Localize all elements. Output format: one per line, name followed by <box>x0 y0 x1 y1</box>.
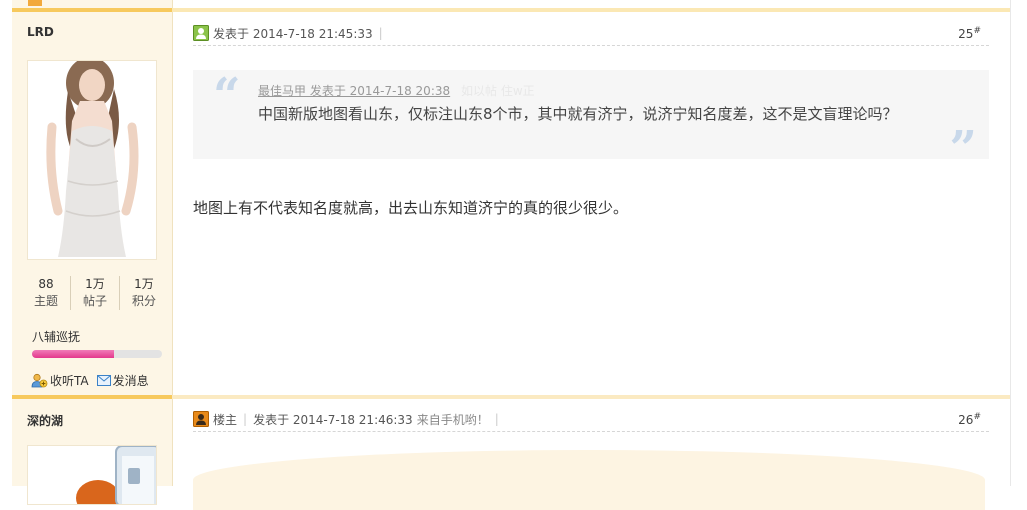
quote-watermark: 如以帖 住w正 <box>461 84 535 98</box>
author-top-border <box>12 8 172 12</box>
stat-label: 积分 <box>131 294 156 308</box>
envelope-icon <box>96 375 111 386</box>
post-border <box>1010 0 1011 486</box>
online-user-icon <box>193 25 209 41</box>
rank-progress-fill <box>32 350 114 358</box>
stat-value: 1万 <box>85 277 105 291</box>
user-rank: 八辅巡抚 <box>32 330 81 344</box>
quote-text: 中国新版地图看山东，仅标注山东8个市，其中就有济宁，说济宁知名度差，这不是文盲理… <box>258 105 898 123</box>
mobile-post-banner <box>193 450 985 510</box>
floor-mark: # <box>973 25 981 36</box>
stat-value: 1万 <box>134 277 154 291</box>
quote-block: “ 最佳马甲 发表于 2014-7-18 20:38 如以帖 住w正 中国新版地… <box>193 68 989 177</box>
prev-post-stub <box>28 0 42 6</box>
follow-icon <box>31 373 48 388</box>
floor-number[interactable]: 25# <box>958 26 989 41</box>
divider: | <box>243 412 248 426</box>
follow-button[interactable]: 收听TA <box>31 372 89 389</box>
floor-number[interactable]: 26# <box>958 412 989 427</box>
floor-value: 25 <box>958 26 974 41</box>
avatar[interactable] <box>27 445 157 505</box>
quote-source-link[interactable]: 最佳马甲 发表于 2014-7-18 20:38 <box>258 82 450 99</box>
close-quote-icon: ” <box>949 121 977 177</box>
stat-points[interactable]: 1万 积分 <box>119 276 168 310</box>
post-time: 发表于 2014-7-18 21:46:33 <box>253 412 413 427</box>
follow-label: 收听TA <box>50 374 89 388</box>
avatar[interactable] <box>27 60 157 260</box>
author-actions: 收听TA 发消息 <box>31 372 149 389</box>
author-name[interactable]: 深的湖 <box>27 412 63 429</box>
divider: | <box>494 412 499 426</box>
stat-label: 帖子 <box>82 294 107 308</box>
stat-posts[interactable]: 1万 帖子 <box>70 276 119 310</box>
stat-value: 88 <box>38 277 54 291</box>
avatar-image <box>28 446 156 504</box>
thread-starter-icon <box>193 411 209 427</box>
stat-label: 主题 <box>33 294 58 308</box>
message-label: 发消息 <box>112 374 149 388</box>
post-source: 来自手机哟！ <box>416 412 489 427</box>
floor-mark: # <box>973 411 981 422</box>
author-stats: 88 主题 1万 帖子 1万 积分 <box>22 276 168 310</box>
author-separator <box>12 395 172 399</box>
post-body: 地图上有不代表知名度就高，出去山东知道济宁的真的很少很少。 <box>193 199 629 217</box>
avatar-image <box>28 61 156 259</box>
floor-value: 26 <box>958 412 974 427</box>
open-quote-icon: “ <box>213 68 241 124</box>
send-message-button[interactable]: 发消息 <box>96 372 149 389</box>
rank-progress-bar <box>32 350 162 358</box>
author-name[interactable]: LRD <box>27 25 54 39</box>
post-time: 发表于 2014-7-18 21:45:33 <box>213 26 373 41</box>
stat-threads[interactable]: 88 主题 <box>22 276 70 310</box>
author-role: 楼主 <box>213 412 238 427</box>
post-header: 楼主 | 发表于 2014-7-18 21:46:33 来自手机哟！ | 26# <box>193 407 989 432</box>
divider: | <box>378 26 383 40</box>
post-header: 发表于 2014-7-18 21:45:33 | 25# <box>193 21 989 46</box>
